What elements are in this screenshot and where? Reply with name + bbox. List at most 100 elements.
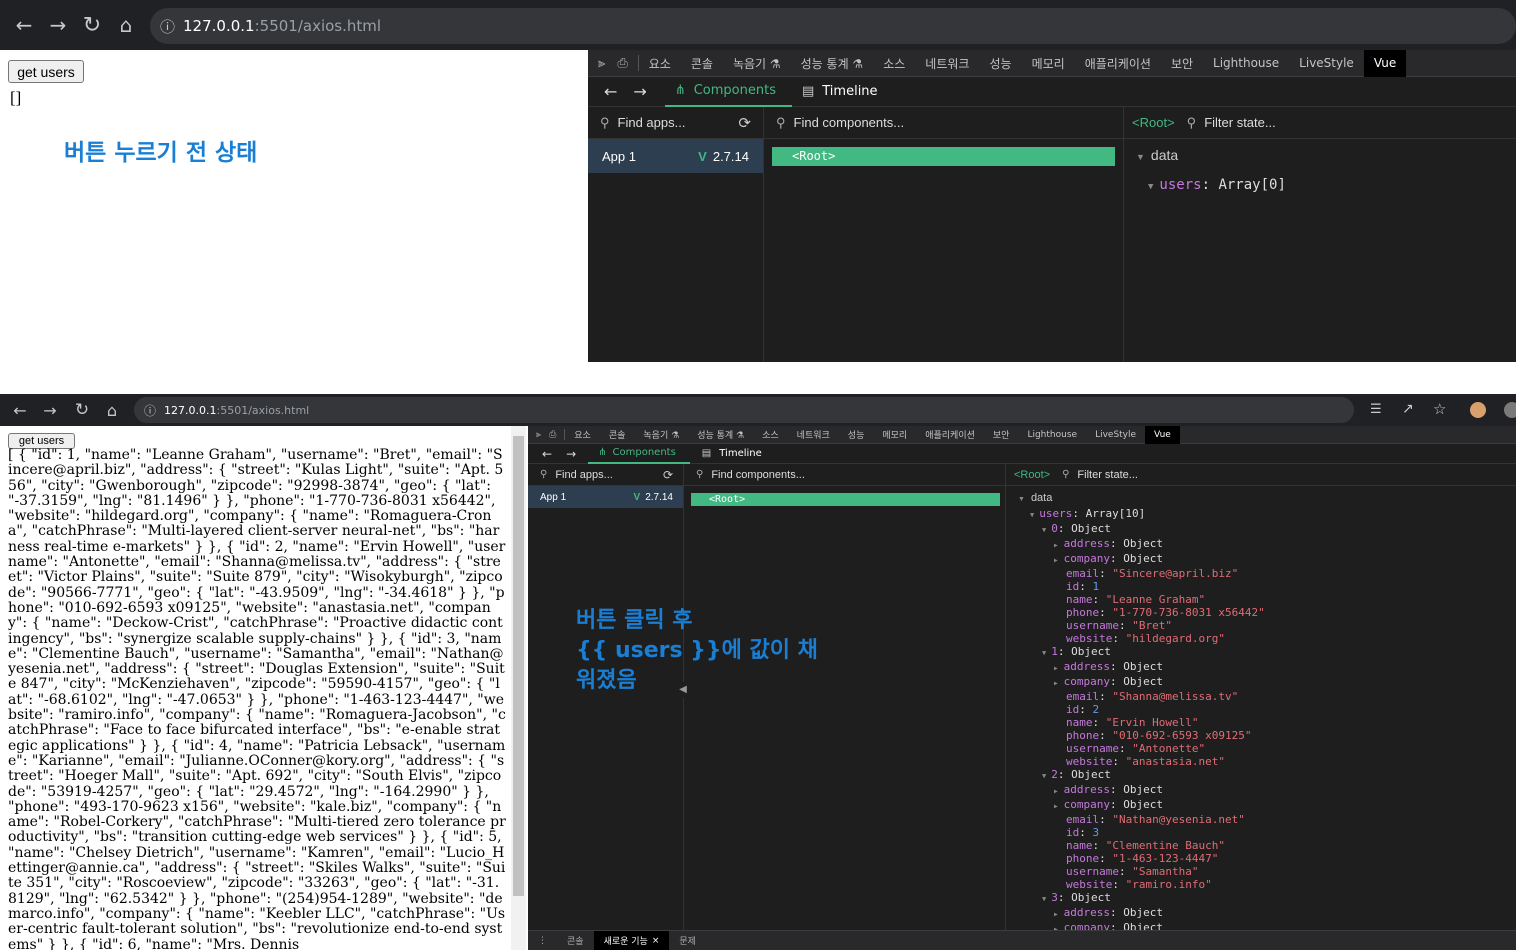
extension-icon[interactable] <box>1470 402 1486 418</box>
users-state-row[interactable]: ▼ users: Array[10] <box>1030 507 1291 522</box>
devtools-tab[interactable]: 소스 <box>753 426 788 444</box>
devtools-tab[interactable]: 네트워크 <box>915 50 979 77</box>
find-components-input[interactable]: ⚲ Find components... <box>764 107 1123 139</box>
refresh-icon[interactable]: ⟳ <box>738 114 751 132</box>
address-row[interactable]: ▶ address: Object <box>1030 537 1291 552</box>
address-row[interactable]: ▶ address: Object <box>1030 906 1291 921</box>
back-arrow-icon[interactable]: ← <box>542 447 552 461</box>
users-key: users <box>1159 177 1202 193</box>
page-scrollbar[interactable] <box>511 426 526 950</box>
find-apps-input[interactable]: ⚲ Find apps... ⟳ <box>588 107 763 139</box>
devtools-tab[interactable]: Lighthouse <box>1018 426 1086 444</box>
reload-icon[interactable]: ↻ <box>72 400 92 420</box>
devtools-tab[interactable]: 성능 통계 ⚗ <box>688 426 753 444</box>
tab-timeline[interactable]: ▤ Timeline <box>702 448 762 459</box>
data-section-header[interactable]: ▼ data <box>1136 147 1178 163</box>
device-toggle-icon[interactable]: ⎙ <box>549 430 556 440</box>
address-bar[interactable]: ⓘ 127.0.0.1:5501/axios.html <box>134 397 1354 423</box>
devtools-tab[interactable]: 요소 <box>639 50 681 77</box>
share-icon[interactable]: ↗ <box>1402 401 1414 417</box>
expand-caret-icon: ▼ <box>1148 182 1154 192</box>
address-bar[interactable]: ⓘ 127.0.0.1:5501/axios.html <box>150 8 1516 44</box>
search-icon: ⚲ <box>600 114 610 130</box>
devtools-tab[interactable]: 성능 통계 ⚗ <box>791 50 874 77</box>
drawer-tab[interactable]: 문제 <box>669 931 706 950</box>
translate-icon[interactable]: ☰ <box>1370 402 1382 417</box>
forward-arrow-icon[interactable]: → <box>566 447 576 461</box>
company-row[interactable]: ▶ company: Object <box>1030 675 1291 690</box>
object-row[interactable]: ▼ 0: Object <box>1030 522 1291 537</box>
app-row[interactable]: App 1 V 2.7.14 <box>588 139 763 173</box>
reload-icon[interactable]: ↻ <box>80 13 104 38</box>
devtools-tab[interactable]: 메모리 <box>1022 50 1075 77</box>
company-row[interactable]: ▶ company: Object <box>1030 552 1291 567</box>
users-output: [ { "id": 1, "name": "Leanne Graham", "u… <box>8 448 506 950</box>
company-key: company <box>1063 552 1110 565</box>
device-toggle-icon[interactable]: ⎙ <box>617 56 627 71</box>
tab-components[interactable]: ⋔ Components <box>664 77 792 107</box>
devtools-tab[interactable]: 성능 <box>839 426 874 444</box>
collapsed-caret-icon: ▶ <box>1054 680 1058 687</box>
drawer-tab[interactable]: 콘솔 <box>557 931 594 950</box>
devtools-tab[interactable]: 애플리케이션 <box>1075 50 1161 77</box>
get-users-button[interactable]: get users <box>8 433 75 449</box>
root-component-node[interactable]: <Root> <box>772 147 1115 166</box>
info-icon: ⓘ <box>160 17 176 36</box>
data-section-header[interactable]: ▼ data <box>1018 492 1052 504</box>
refresh-icon[interactable]: ⟳ <box>663 468 673 482</box>
devtools-tab[interactable]: 네트워크 <box>788 426 839 444</box>
devtools-tab[interactable]: Lighthouse <box>1203 50 1289 77</box>
app-row[interactable]: App 1 V 2.7.14 <box>528 486 683 508</box>
inspect-element-icon[interactable]: ⫸ <box>536 430 541 440</box>
forward-arrow-icon[interactable]: → <box>46 13 70 37</box>
devtools-tab[interactable]: 보안 <box>1161 50 1203 77</box>
address-row[interactable]: ▶ address: Object <box>1030 783 1291 798</box>
inspect-element-icon[interactable]: ⫸ <box>598 56 605 71</box>
devtools-tab[interactable]: 요소 <box>565 426 600 444</box>
devtools-tab[interactable]: 애플리케이션 <box>916 426 984 444</box>
get-users-button[interactable]: get users <box>8 60 84 83</box>
devtools-tab[interactable]: 콘솔 <box>600 426 635 444</box>
root-component-node[interactable]: <Root> <box>691 493 1000 506</box>
company-row[interactable]: ▶ company: Object <box>1030 921 1291 930</box>
back-arrow-icon[interactable]: ← <box>12 13 36 37</box>
filter-state-input[interactable]: Filter state... <box>1077 469 1138 481</box>
object-row[interactable]: ▼ 3: Object <box>1030 891 1291 906</box>
drawer-tab[interactable]: 새로운 기능 × <box>593 930 670 950</box>
browser-toolbar: ← → ↻ ⌂ ⓘ 127.0.0.1:5501/axios.html ☰ ↗ … <box>0 394 1516 426</box>
address-row[interactable]: ▶ address: Object <box>1030 660 1291 675</box>
users-state-row[interactable]: ▼ users: Array[0] <box>1148 177 1286 193</box>
close-icon[interactable]: × <box>652 936 660 946</box>
forward-arrow-icon[interactable]: → <box>40 400 60 420</box>
find-apps-input[interactable]: ⚲ Find apps... ⟳ <box>528 464 683 486</box>
devtools-tab[interactable]: Vue <box>1363 49 1407 77</box>
forward-arrow-icon[interactable]: → <box>633 82 646 101</box>
company-row[interactable]: ▶ company: Object <box>1030 798 1291 813</box>
home-icon[interactable]: ⌂ <box>114 13 138 37</box>
back-arrow-icon[interactable]: ← <box>10 400 30 420</box>
object-row[interactable]: ▼ 2: Object <box>1030 768 1291 783</box>
filter-state-input[interactable]: Filter state... <box>1204 115 1276 130</box>
home-icon[interactable]: ⌂ <box>102 400 122 420</box>
tab-timeline[interactable]: ▤ Timeline <box>802 84 878 99</box>
devtools-tab[interactable]: 콘솔 <box>681 50 723 77</box>
find-components-input[interactable]: ⚲ Find components... <box>684 464 1005 486</box>
email-key: email <box>1066 813 1100 826</box>
devtools-tab[interactable]: 소스 <box>873 50 915 77</box>
devtools-tab[interactable]: Vue <box>1145 425 1180 444</box>
devtools-tab[interactable]: LiveStyle <box>1289 50 1364 77</box>
back-arrow-icon[interactable]: ← <box>604 82 617 101</box>
bookmark-star-icon[interactable]: ☆ <box>1433 400 1446 418</box>
devtools-tab[interactable]: 녹음기 ⚗ <box>723 50 791 77</box>
object-row[interactable]: ▼ 1: Object <box>1030 645 1291 660</box>
devtools-tab[interactable]: LiveStyle <box>1086 426 1145 444</box>
more-menu-icon[interactable]: ⋮ <box>538 936 547 946</box>
scrollbar-thumb[interactable] <box>513 436 524 896</box>
profile-avatar[interactable] <box>1504 402 1516 418</box>
devtools-tab[interactable]: 녹음기 ⚗ <box>634 426 688 444</box>
devtools-tab[interactable]: 성능 <box>979 50 1021 77</box>
devtools-tab[interactable]: 메모리 <box>873 426 916 444</box>
find-components-placeholder: Find components... <box>793 115 905 130</box>
tab-components[interactable]: ⋔ Components <box>588 444 690 464</box>
devtools-tab[interactable]: 보안 <box>984 426 1019 444</box>
